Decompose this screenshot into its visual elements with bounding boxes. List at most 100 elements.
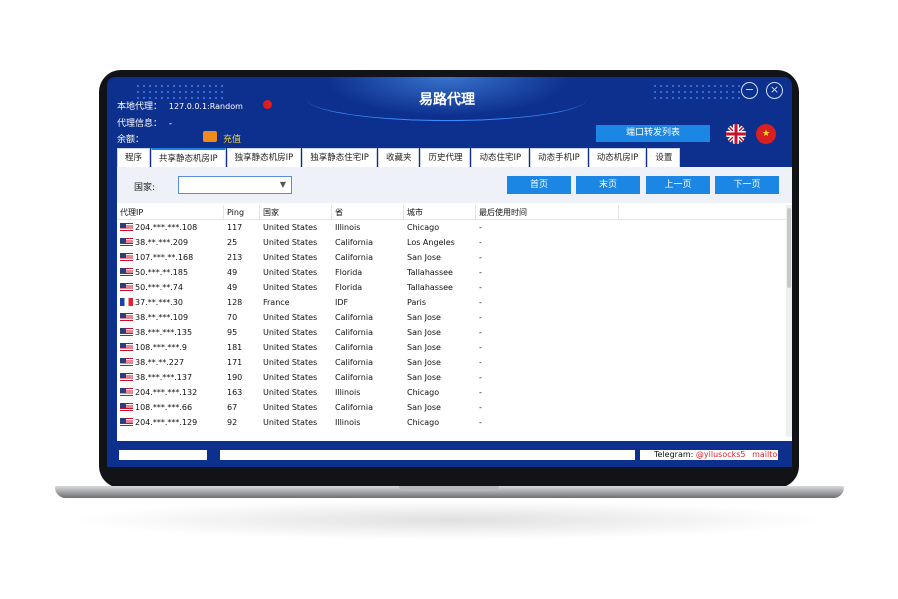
- uk-flag-icon[interactable]: [726, 124, 746, 144]
- cell-last-used: -: [479, 373, 482, 382]
- cell-last-used: -: [479, 403, 482, 412]
- column-header-city[interactable]: 城市: [404, 205, 476, 219]
- table-row[interactable]: 107.***.**.168 213 United States California…: [117, 250, 789, 265]
- tab-9[interactable]: 设置: [647, 148, 681, 167]
- cell-ip: 107.***.**.168: [117, 250, 224, 265]
- status-field-middle: [220, 450, 635, 460]
- us-flag-icon: [120, 283, 133, 291]
- next-page-button[interactable]: 下一页: [715, 176, 779, 194]
- port-forward-list-button[interactable]: 端口转发列表: [596, 125, 710, 142]
- table-row[interactable]: 38.***.***.135 95 United States California S…: [117, 325, 789, 340]
- table-row[interactable]: 108.***.***.9 181 United States California S…: [117, 340, 789, 355]
- column-header-country[interactable]: 国家: [260, 205, 332, 219]
- cell-city: San Jose: [407, 403, 441, 412]
- cell-ip-text: 204.***.***.132: [135, 388, 198, 397]
- cell-last-used: -: [479, 388, 482, 397]
- table-row[interactable]: 38.***.***.137 190 United States California…: [117, 370, 789, 385]
- cell-country: France: [263, 298, 290, 307]
- us-flag-icon: [120, 238, 133, 246]
- cell-last-used: -: [479, 343, 482, 352]
- table-row[interactable]: 204.***.***.132 163 United States Illinois C…: [117, 385, 789, 400]
- cell-province: California: [335, 313, 373, 322]
- status-field-left: [119, 450, 207, 460]
- column-header-ping[interactable]: Ping: [224, 205, 260, 219]
- cell-last-used: -: [479, 313, 482, 322]
- tab-3[interactable]: 独享静态住宅IP: [302, 148, 377, 167]
- tab-7[interactable]: 动态手机IP: [530, 148, 588, 167]
- cell-ip: 50.***.**.185: [117, 265, 224, 280]
- cell-city: Tallahassee: [407, 283, 453, 292]
- cell-last-used: -: [479, 358, 482, 367]
- us-flag-icon: [120, 313, 133, 321]
- recharge-link[interactable]: 充值: [223, 132, 241, 145]
- column-header-province[interactable]: 省: [332, 205, 404, 219]
- cell-province: Illinois: [335, 418, 361, 427]
- cell-last-used: -: [479, 298, 482, 307]
- cell-city: San Jose: [407, 253, 441, 262]
- column-header-last-used[interactable]: 最后使用时间: [476, 205, 619, 219]
- china-flag-icon[interactable]: ★: [756, 124, 776, 144]
- table-row[interactable]: 50.***.**.74 49 United States Florida Tallah…: [117, 280, 789, 295]
- prev-page-button[interactable]: 上一页: [646, 176, 710, 194]
- cell-province: Florida: [335, 268, 363, 277]
- column-header-ip[interactable]: 代理IP: [117, 205, 224, 219]
- cell-province: California: [335, 373, 373, 382]
- cell-country: United States: [263, 238, 318, 247]
- cell-country: United States: [263, 418, 318, 427]
- telegram-handle-link[interactable]: @yilusocks5: [696, 450, 746, 459]
- cell-province: California: [335, 343, 373, 352]
- cell-province: California: [335, 253, 373, 262]
- tab-8[interactable]: 动态机房IP: [588, 148, 647, 167]
- table-row[interactable]: 38.**.***.209 25 United States California Lo…: [117, 235, 789, 250]
- tab-2[interactable]: 独享静态机房IP: [226, 148, 302, 167]
- tab-6[interactable]: 动态住宅IP: [471, 148, 530, 167]
- cell-ip-text: 38.***.***.135: [135, 328, 193, 337]
- country-select[interactable]: ▼: [178, 176, 292, 194]
- first-page-button[interactable]: 首页: [507, 176, 571, 194]
- app-window: 易路代理 − × 本地代理： 127.0.0.1:Random 代理信息： - …: [107, 77, 792, 467]
- cell-ping: 181: [227, 343, 243, 352]
- cell-last-used: -: [479, 238, 482, 247]
- proxy-table: 代理IP Ping 国家 省 城市 最后使用时间 204.***.***.108…: [117, 205, 789, 430]
- us-flag-icon: [120, 358, 133, 366]
- cell-ip-text: 38.**.***.209: [135, 238, 189, 247]
- cell-country: United States: [263, 328, 318, 337]
- table-row[interactable]: 38.**.**.227 171 United States California Sa…: [117, 355, 789, 370]
- france-flag-icon: [120, 298, 133, 306]
- cell-province: Illinois: [335, 223, 361, 232]
- last-page-button[interactable]: 末页: [576, 176, 640, 194]
- laptop-base-notch: [399, 486, 499, 491]
- table-row[interactable]: 37.**.***.30 128 France IDF Paris -: [117, 295, 789, 310]
- table-row[interactable]: 50.***.**.185 49 United States Florida Talla…: [117, 265, 789, 280]
- cell-country: United States: [263, 313, 318, 322]
- recharge-icon[interactable]: [203, 131, 217, 142]
- close-icon[interactable]: ×: [766, 82, 783, 99]
- table-row[interactable]: 38.**.***.109 70 United States California Sa…: [117, 310, 789, 325]
- cell-city: Paris: [407, 298, 427, 307]
- cell-last-used: -: [479, 283, 482, 292]
- table-row[interactable]: 204.***.***.108 117 United States Illinois C…: [117, 220, 789, 235]
- table-row[interactable]: 108.***.***.66 67 United States California S…: [117, 400, 789, 415]
- cell-ip-text: 38.**.***.109: [135, 313, 189, 322]
- cell-ip-text: 108.***.***.66: [135, 403, 193, 412]
- cell-country: United States: [263, 223, 318, 232]
- scrollbar-thumb[interactable]: [787, 208, 791, 288]
- header-dots-right: [652, 83, 742, 101]
- laptop-shadow: [70, 500, 830, 540]
- cell-ping: 70: [227, 313, 238, 322]
- cell-province: IDF: [335, 298, 349, 307]
- us-flag-icon: [120, 328, 133, 336]
- tab-1[interactable]: 共享静态机房IP: [151, 148, 226, 167]
- cell-ping: 128: [227, 298, 243, 307]
- us-flag-icon: [120, 403, 133, 411]
- cell-ping: 213: [227, 253, 243, 262]
- tab-4[interactable]: 收藏夹: [377, 148, 420, 167]
- status-field-contact: Telegram: @yilusocks5 mailto: [640, 450, 778, 460]
- table-scrollbar[interactable]: [786, 205, 792, 437]
- tab-5[interactable]: 历史代理: [420, 148, 471, 167]
- tab-bar: 程序 共享静态机房IP 独享静态机房IP 独享静态住宅IP 收藏夹 历史代理 动态住宅IP 动…: [117, 148, 681, 167]
- tab-0[interactable]: 程序: [117, 148, 151, 167]
- mailto-link[interactable]: mailto: [752, 450, 777, 459]
- table-row[interactable]: 204.***.***.129 92 United States Illinois Ch…: [117, 415, 789, 430]
- minimize-icon[interactable]: −: [741, 82, 758, 99]
